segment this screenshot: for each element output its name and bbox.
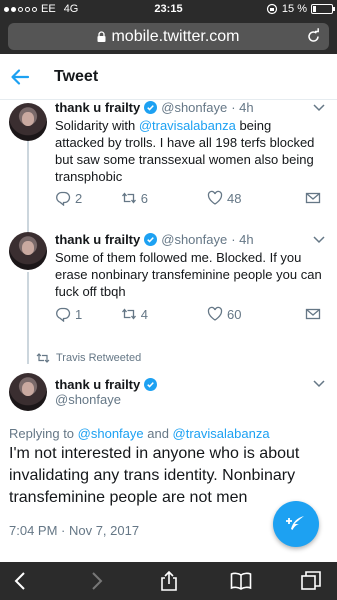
retweet-icon (36, 353, 50, 363)
author-name[interactable]: thank u frailty (55, 377, 140, 392)
replying-and: and (143, 426, 173, 441)
mention-link[interactable]: @travisalabanza (139, 118, 236, 133)
tweet-timestamp[interactable]: 7:04 PM · Nov 7, 2017 (9, 523, 139, 538)
verified-badge-icon (144, 233, 158, 246)
reply-icon (56, 307, 71, 322)
rotation-lock-icon (266, 3, 278, 15)
thread-line (27, 272, 29, 364)
direct-message-button[interactable] (305, 190, 325, 206)
back-arrow-icon[interactable] (10, 67, 30, 87)
tweet-actions: 1 4 60 (55, 305, 325, 323)
author-handle[interactable]: @shonfaye (161, 232, 227, 247)
author-name[interactable]: thank u frailty (55, 232, 140, 247)
like-button[interactable]: 48 (207, 190, 305, 206)
tweet-time: · 4h (231, 232, 254, 247)
battery-percent: 15 % (281, 3, 307, 15)
tweet-time: · 4h (231, 100, 254, 115)
retweet-count: 4 (140, 306, 148, 322)
chevron-down-icon[interactable] (313, 236, 325, 244)
heart-icon (207, 190, 223, 205)
lock-icon (97, 31, 106, 42)
envelope-icon (305, 192, 321, 204)
mention-link[interactable]: @travisalabanza (173, 426, 270, 441)
envelope-icon (305, 308, 321, 320)
address-bar[interactable]: mobile.twitter.com (8, 23, 329, 50)
retweeted-label: Travis Retweeted (56, 352, 142, 364)
tweet-actions: 2 6 48 (55, 189, 325, 207)
reload-icon[interactable] (305, 28, 322, 45)
avatar[interactable] (9, 103, 47, 141)
browser-back-icon[interactable] (10, 570, 32, 592)
chevron-down-icon[interactable] (313, 104, 325, 112)
replying-to: Replying to @shonfaye and @travisalabanz… (9, 426, 270, 441)
browser-toolbar (0, 562, 337, 600)
retweet-button[interactable]: 4 (121, 306, 207, 322)
avatar[interactable] (9, 373, 47, 411)
tweet-text: I'm not interested in anyone who is abou… (9, 445, 300, 506)
reply-button[interactable]: 1 (55, 306, 121, 322)
chevron-down-icon[interactable] (313, 380, 325, 388)
share-icon[interactable] (158, 570, 180, 592)
status-bar: EE 4G 23:15 15 % (0, 0, 337, 20)
replying-prefix: Replying to (9, 426, 78, 441)
verified-badge-icon (144, 101, 158, 114)
url-text: mobile.twitter.com (111, 27, 240, 45)
like-count: 48 (226, 190, 242, 206)
browser-forward-icon[interactable] (85, 570, 107, 592)
author-name[interactable]: thank u frailty (55, 100, 140, 115)
direct-message-button[interactable] (305, 306, 325, 322)
reply-button[interactable]: 2 (55, 190, 121, 206)
like-count: 60 (226, 306, 242, 322)
heart-icon (207, 306, 223, 321)
retweet-button[interactable]: 6 (121, 190, 207, 206)
avatar[interactable] (9, 232, 47, 270)
reply-icon (56, 191, 71, 206)
bookmarks-icon[interactable] (230, 570, 252, 592)
tweet-text-part: Solidarity with (55, 118, 139, 133)
retweeted-indicator: Travis Retweeted (36, 352, 141, 364)
page-title: Tweet (54, 68, 99, 85)
reply-count: 1 (75, 306, 83, 322)
verified-badge-icon (144, 378, 158, 391)
retweet-count: 6 (140, 190, 148, 206)
retweet-icon (121, 308, 136, 320)
mention-link[interactable]: @shonfaye (78, 426, 144, 441)
battery-icon (311, 4, 335, 14)
compose-tweet-button[interactable] (273, 501, 319, 547)
author-handle[interactable]: @shonfaye (55, 392, 121, 407)
page-header: Tweet (0, 54, 337, 100)
browser-url-area: mobile.twitter.com (0, 20, 337, 54)
tweet-text: Some of them followed me. Blocked. If yo… (55, 250, 322, 299)
tabs-icon[interactable] (300, 570, 322, 592)
tweet-text: Solidarity with @travisalabanza being at… (55, 117, 323, 185)
retweet-icon (121, 192, 136, 204)
author-handle[interactable]: @shonfaye (161, 100, 227, 115)
thread-line (27, 140, 29, 232)
feather-plus-icon (286, 516, 304, 530)
reply-count: 2 (75, 190, 83, 206)
like-button[interactable]: 60 (207, 306, 305, 322)
